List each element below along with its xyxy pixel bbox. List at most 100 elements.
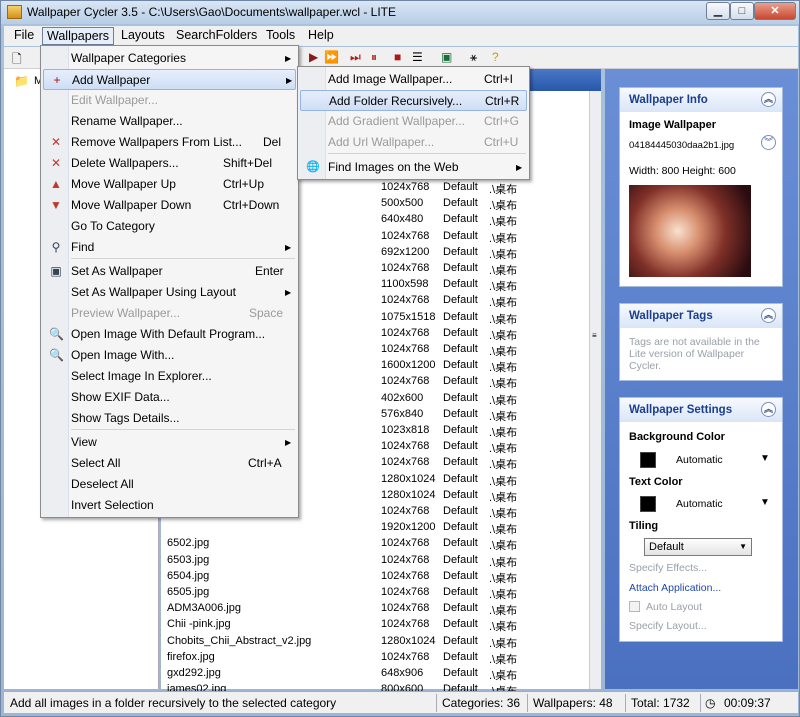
cell-size: 1024x768: [381, 618, 430, 631]
submenu-item-label: Add Folder Recursively...: [329, 94, 463, 108]
background-color-value[interactable]: Automatic: [676, 454, 723, 466]
table-row[interactable]: 1920x1200 Default .\桌布: [161, 520, 591, 536]
submenu-item-find-images-on-the-web[interactable]: 🌐 Find Images on the Web ▶: [300, 157, 527, 178]
submenu-item-label: Add Gradient Wallpaper...: [328, 114, 465, 128]
tiling-select[interactable]: Default ▼: [644, 538, 752, 556]
cell-path: .\桌布: [489, 589, 518, 601]
fast-forward-icon[interactable]: ⏩: [324, 50, 339, 64]
dropdown-arrow-icon[interactable]: ▼: [760, 453, 770, 464]
expand-icon[interactable]: ︾: [761, 135, 776, 150]
menu-item-show-exif-data[interactable]: Show EXIF Data...: [43, 387, 296, 408]
menu-help[interactable]: Help: [304, 27, 338, 45]
menu-item-set-as-wallpaper[interactable]: ▣ Set As Wallpaper Enter: [43, 261, 296, 282]
menu-item-wallpaper-categories[interactable]: Wallpaper Categories ▶: [43, 48, 296, 69]
menu-item-label: Remove Wallpapers From List...: [71, 135, 242, 149]
pause-icon[interactable]: ⏸: [371, 50, 377, 65]
menu-item-go-to-category[interactable]: Go To Category: [43, 216, 296, 237]
scroll-grip[interactable]: ≡: [592, 331, 599, 341]
cell-size: 692x1200: [381, 245, 430, 258]
table-row[interactable]: gxd292.jpg 648x906 Default .\桌布: [161, 666, 591, 682]
menu-item-open-image-with[interactable]: 🔍 Open Image With...: [43, 345, 296, 366]
cell-layout: Default: [443, 375, 478, 388]
new-icon[interactable]: 🗋: [12, 50, 22, 71]
menu-item-deselect-all[interactable]: Deselect All: [43, 474, 296, 495]
menu-item-move-wallpaper-down[interactable]: ▼ Move Wallpaper Down Ctrl+Down: [43, 195, 296, 216]
table-row[interactable]: 6505.jpg 1024x768 Default .\桌布: [161, 585, 591, 601]
cell-path: .\桌布: [489, 491, 518, 504]
menu-item-rename-wallpaper[interactable]: Rename Wallpaper...: [43, 111, 296, 132]
wallpaper-tags-title: Wallpaper Tags: [629, 310, 713, 322]
app-icon: [7, 5, 22, 19]
menu-item-set-as-wallpaper-using-layout[interactable]: Set As Wallpaper Using Layout ▶: [43, 282, 296, 303]
collapse-icon[interactable]: ︽: [761, 308, 776, 323]
cell-size: 1075x1518: [381, 310, 436, 323]
list-icon[interactable]: ☰: [412, 50, 423, 64]
submenu-arrow-icon: ▶: [285, 288, 292, 297]
menu-item-select-image-in-explorer[interactable]: Select Image In Explorer...: [43, 366, 296, 387]
close-button[interactable]: ✕: [754, 2, 796, 20]
maximize-button[interactable]: □: [730, 2, 754, 20]
menu-item-move-wallpaper-up[interactable]: ▲ Move Wallpaper Up Ctrl+Up: [43, 174, 296, 195]
menu-file[interactable]: File: [10, 27, 38, 45]
cell-name: 6503.jpg: [167, 553, 210, 566]
menu-tools[interactable]: Tools: [262, 27, 299, 45]
menu-item-view[interactable]: View ▶: [43, 432, 296, 453]
play-icon[interactable]: ▶: [309, 50, 318, 64]
collapse-icon[interactable]: ︽: [761, 402, 776, 417]
cell-layout: Default: [443, 359, 478, 372]
menu-wallpapers[interactable]: Wallpapers: [42, 27, 115, 45]
table-row[interactable]: firefox.jpg 1024x768 Default .\桌布: [161, 650, 591, 666]
table-row[interactable]: ADM3A006.jpg 1024x768 Default .\桌布: [161, 601, 591, 617]
cell-layout: Default: [443, 505, 478, 517]
cell-size: 1023x818: [381, 424, 430, 436]
table-row[interactable]: Chobits_Chii_Abstract_v2.jpg 1280x1024 Def…: [161, 634, 591, 650]
cell-layout: Default: [443, 472, 478, 485]
menu-item-select-all[interactable]: Select All Ctrl+A: [43, 453, 296, 474]
menu-item-remove-wallpapers-from-list[interactable]: ✕ Remove Wallpapers From List... Del: [43, 132, 296, 153]
wallpaper-settings-header[interactable]: Wallpaper Settings ︽: [620, 398, 782, 422]
menu-layouts[interactable]: Layouts: [117, 27, 169, 45]
menu-item-delete-wallpapers[interactable]: ✕ Delete Wallpapers... Shift+Del: [43, 153, 296, 174]
submenu-item-add-folder-recursively[interactable]: Add Folder Recursively... Ctrl+R: [300, 90, 527, 111]
submenu-item-label: Find Images on the Web: [328, 160, 459, 174]
stop-icon[interactable]: ■: [394, 50, 401, 64]
menu-item-add-wallpaper[interactable]: + Add Wallpaper ▶: [43, 69, 296, 90]
table-row[interactable]: 6504.jpg 1024x768 Default .\桌布: [161, 569, 591, 585]
collapse-icon[interactable]: ︽: [761, 92, 776, 107]
menu-searchfolders[interactable]: SearchFolders: [172, 27, 261, 45]
menu-item-invert-selection[interactable]: Invert Selection: [43, 495, 296, 516]
desktop-icon[interactable]: ▣: [441, 50, 452, 64]
text-color-value[interactable]: Automatic: [676, 498, 723, 510]
list-scrollbar[interactable]: ≡: [589, 91, 601, 689]
tiling-label: Tiling: [629, 520, 659, 532]
wallpaper-preview-image[interactable]: [629, 185, 751, 277]
menu-item-shortcut: Ctrl+Up: [223, 177, 265, 191]
cell-size: 1024x768: [381, 456, 430, 469]
menu-item-show-tags-details[interactable]: Show Tags Details...: [43, 408, 296, 429]
cell-layout: Default: [443, 229, 478, 242]
magic-wand-icon[interactable]: ⚹: [470, 50, 477, 65]
cell-size: 1024x768: [381, 343, 430, 355]
cell-path: .\桌布: [489, 410, 518, 423]
task-pane: Wallpaper Info ︽ Image Wallpaper 0418444…: [605, 69, 798, 689]
menu-item-open-image-with-default-program[interactable]: 🔍 Open Image With Default Program...: [43, 324, 296, 345]
dropdown-arrow-icon[interactable]: ▼: [760, 497, 770, 508]
specify-effects-link: Specify Effects...: [629, 562, 708, 574]
next-icon[interactable]: ⏭: [350, 50, 361, 65]
cell-layout: Default: [443, 602, 478, 615]
submenu-item-add-url-wallpaper: Add Url Wallpaper... Ctrl+U: [300, 132, 527, 153]
cell-layout: Default: [443, 650, 478, 663]
auto-layout-checkbox[interactable]: [629, 601, 640, 612]
table-row[interactable]: 6502.jpg 1024x768 Default .\桌布: [161, 536, 591, 552]
window-title: Wallpaper Cycler 3.5 - C:\Users\Gao\Docu…: [27, 5, 397, 19]
help-icon[interactable]: ?: [492, 50, 499, 64]
menu-item-find[interactable]: ⚲ Find ▶: [43, 237, 296, 258]
table-row[interactable]: Chii -pink.jpg 1024x768 Default .\桌布: [161, 617, 591, 633]
cell-layout: Default: [443, 294, 478, 307]
submenu-item-add-image-wallpaper[interactable]: Add Image Wallpaper... Ctrl+I: [300, 69, 527, 90]
wallpaper-tags-header[interactable]: Wallpaper Tags ︽: [620, 304, 782, 328]
attach-application-link[interactable]: Attach Application...: [629, 582, 721, 594]
table-row[interactable]: 6503.jpg 1024x768 Default .\桌布: [161, 553, 591, 569]
minimize-button[interactable]: ▁: [706, 2, 730, 20]
wallpaper-info-header[interactable]: Wallpaper Info ︽: [620, 88, 782, 112]
